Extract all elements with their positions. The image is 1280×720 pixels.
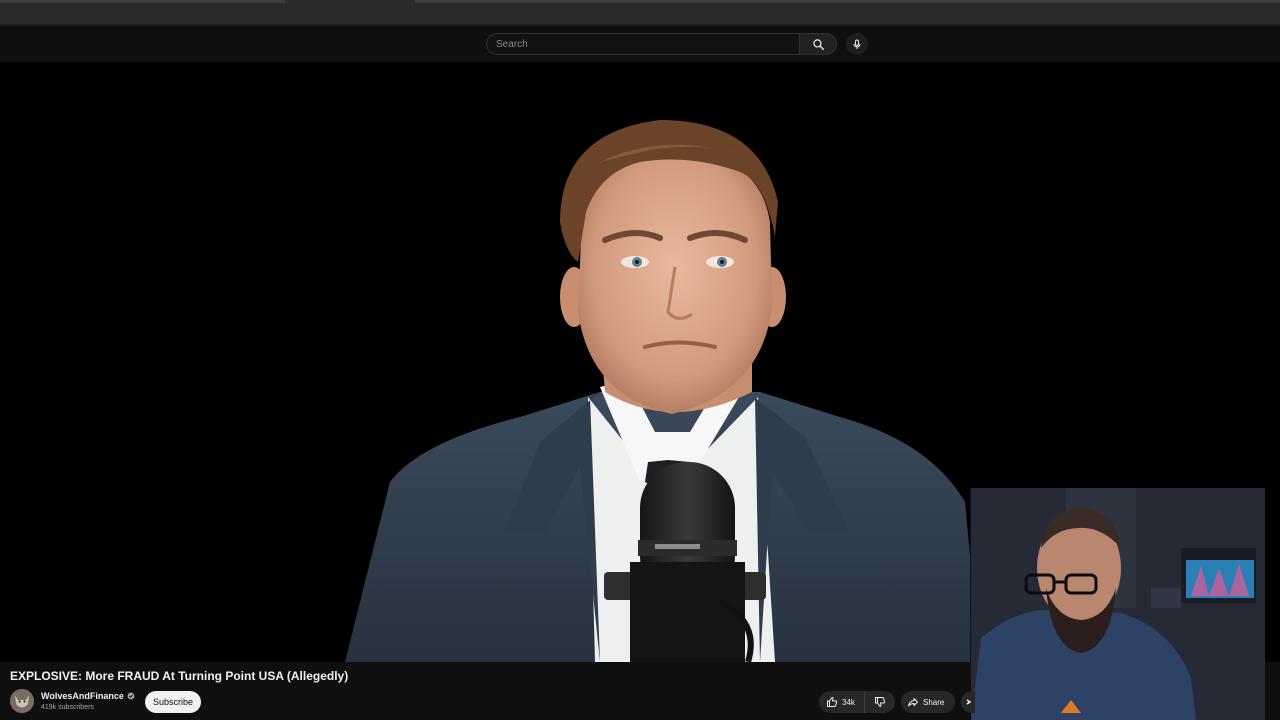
subscribe-button[interactable]: Subscribe (145, 691, 201, 713)
browser-tab-strip (0, 0, 1280, 26)
video-info: EXPLOSIVE: More FRAUD At Turning Point U… (0, 662, 975, 720)
more-actions-button[interactable] (961, 691, 975, 713)
search-input[interactable] (487, 34, 799, 55)
streamer-webcam-image (971, 488, 1265, 720)
dislike-button[interactable] (865, 691, 895, 713)
browser-tab[interactable] (415, 0, 1280, 3)
channel-name-row[interactable]: WolvesAndFinance (41, 691, 135, 701)
subscriber-count: 419k subscribers (41, 704, 94, 711)
microphone-icon (853, 39, 861, 49)
masthead (0, 26, 1280, 62)
voice-search-button[interactable] (846, 33, 868, 55)
channel-name[interactable]: WolvesAndFinance (41, 691, 124, 701)
video-title: EXPLOSIVE: More FRAUD At Turning Point U… (10, 669, 349, 683)
download-icon (966, 699, 972, 705)
search-button[interactable] (799, 33, 837, 55)
browser-tab[interactable] (0, 0, 285, 3)
share-label: Share (923, 697, 945, 707)
like-button[interactable]: 34k (819, 691, 865, 713)
search-icon (812, 38, 824, 50)
verified-icon (127, 692, 135, 700)
thumbs-up-icon (827, 697, 838, 707)
thumbs-down-icon (875, 697, 886, 707)
like-dislike-group: 34k (819, 691, 895, 713)
wolf-avatar-icon (10, 689, 34, 713)
webcam-overlay (970, 488, 1265, 720)
channel-avatar[interactable] (10, 689, 34, 713)
search-box[interactable] (486, 33, 799, 55)
share-button[interactable]: Share (901, 691, 955, 713)
share-arrow-icon (908, 698, 918, 707)
like-count: 34k (842, 697, 855, 707)
